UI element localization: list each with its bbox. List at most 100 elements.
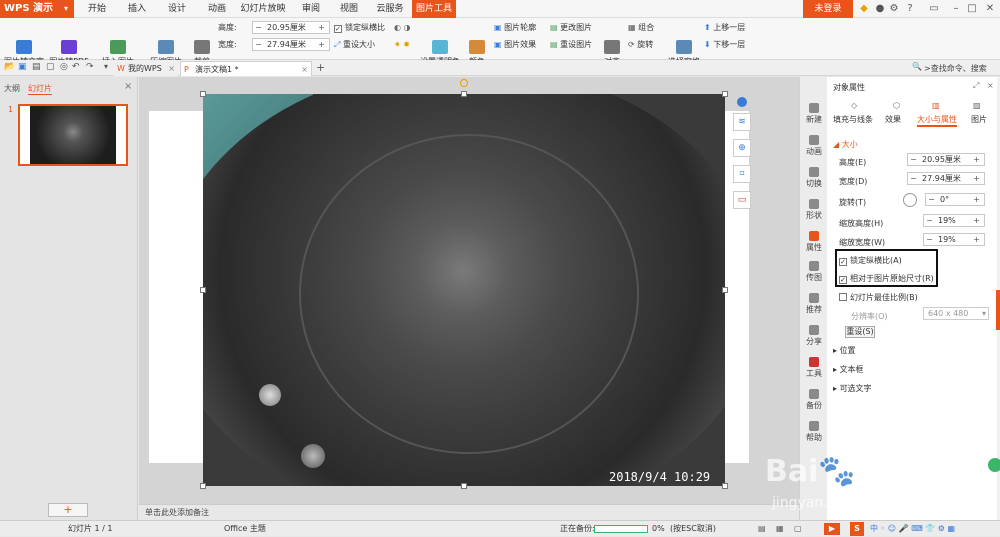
tab-animation[interactable]: 动画 bbox=[200, 0, 234, 18]
play-icon[interactable]: ▶ bbox=[824, 523, 840, 535]
relative-original-size-checkbox[interactable]: ✓ 相对于图片原始尺寸(R) bbox=[839, 273, 934, 284]
scale-height-spinner[interactable]: −19% + bbox=[923, 214, 985, 227]
rotation-dial[interactable] bbox=[903, 193, 917, 207]
crop-tool-icon[interactable]: ⌗ bbox=[733, 165, 751, 183]
scale-width-spinner[interactable]: −19% + bbox=[923, 233, 985, 246]
tab-view[interactable]: 视图 bbox=[332, 0, 366, 18]
notes-area[interactable]: 单击此处添加备注 bbox=[139, 504, 799, 520]
minimize-icon[interactable]: – bbox=[950, 3, 962, 15]
resolution-select[interactable]: 640 x 480 ▾ bbox=[923, 307, 989, 320]
ribbon-height-spinner[interactable]: −20.95厘米 + bbox=[252, 21, 330, 34]
frame-icon[interactable]: ▭ bbox=[733, 191, 751, 209]
tab-fill-line[interactable]: 填充与线条 bbox=[833, 114, 873, 125]
section-position[interactable]: ▸ 位置 bbox=[833, 345, 856, 356]
strip-backup[interactable]: 备份 bbox=[800, 389, 828, 411]
strip-help[interactable]: 帮助 bbox=[800, 421, 828, 443]
strip-properties[interactable]: 属性 bbox=[800, 231, 828, 253]
width-spinner[interactable]: −27.94厘米 + bbox=[907, 172, 985, 185]
ribbon-width-spinner[interactable]: −27.94厘米 + bbox=[252, 38, 330, 51]
command-search[interactable]: >查找命令、搜索 bbox=[924, 63, 987, 74]
undo-icon[interactable]: ↶ bbox=[72, 62, 80, 72]
selected-picture[interactable]: 2018/9/4 10:29 bbox=[203, 94, 725, 486]
close-icon[interactable]: ✕ bbox=[984, 3, 996, 15]
reset-button[interactable]: 重设(S) bbox=[845, 326, 875, 338]
tab-home[interactable]: 开始 bbox=[80, 0, 114, 18]
customize-chevron-icon[interactable]: ▾ bbox=[104, 62, 108, 71]
resize-handle-bl[interactable] bbox=[200, 483, 206, 489]
group-button[interactable]: ▦ 组合 bbox=[628, 22, 654, 34]
add-slide-button[interactable]: + bbox=[48, 503, 88, 517]
resize-handle-t[interactable] bbox=[461, 91, 467, 97]
sogou-ime-icon[interactable]: S bbox=[850, 522, 864, 536]
reading-view-icon[interactable]: ▢ bbox=[794, 521, 802, 537]
rotate-handle[interactable] bbox=[460, 79, 468, 87]
login-button[interactable]: 未登录 bbox=[803, 0, 853, 18]
strip-upload[interactable]: 传图 bbox=[800, 261, 828, 283]
tab-presentation[interactable]: P 演示文稿1 * × bbox=[180, 61, 312, 76]
tab-picture-tools[interactable]: 图片工具 bbox=[412, 0, 456, 18]
close-panel-icon[interactable]: × bbox=[124, 81, 132, 92]
tab-review[interactable]: 审阅 bbox=[294, 0, 328, 18]
tab-design[interactable]: 设计 bbox=[160, 0, 194, 18]
lock-ratio-toggle[interactable]: ✓ 锁定纵横比 bbox=[334, 22, 385, 34]
wps-logo[interactable]: WPS 演示 bbox=[0, 0, 74, 18]
resize-handle-l[interactable] bbox=[200, 287, 206, 293]
close-panel-icon[interactable]: × bbox=[987, 81, 994, 90]
change-picture-button[interactable]: ▤ 更改图片 bbox=[550, 22, 592, 34]
section-size[interactable]: ◢ 大小 bbox=[833, 139, 858, 150]
restore-icon[interactable]: ▭ bbox=[928, 3, 940, 15]
user-icon[interactable]: ● bbox=[874, 3, 886, 15]
strip-animation[interactable]: 动画 bbox=[800, 135, 828, 157]
format-painter-icon[interactable]: ◎ bbox=[60, 62, 68, 72]
reset-picture-button[interactable]: ▤ 重设图片 bbox=[550, 39, 592, 51]
panel-edge-tab[interactable] bbox=[996, 290, 1000, 330]
tab-slideshow[interactable]: 幻灯片放映 bbox=[237, 0, 289, 18]
tab-picture[interactable]: 图片 bbox=[971, 114, 987, 125]
collapse-icon[interactable] bbox=[737, 97, 747, 107]
send-backward-button[interactable]: ⬇ 下移一层 bbox=[704, 39, 745, 51]
lock-aspect-ratio-checkbox[interactable]: ✓ 锁定纵横比(A) bbox=[839, 255, 902, 266]
sorter-view-icon[interactable]: ▦ bbox=[776, 521, 784, 537]
float-badge-icon[interactable] bbox=[988, 458, 1000, 472]
bring-forward-button[interactable]: ⬆ 上移一层 bbox=[704, 22, 745, 34]
print-icon[interactable]: ▤ bbox=[32, 62, 41, 72]
section-textbox[interactable]: ▸ 文本框 bbox=[833, 364, 864, 375]
zoom-icon[interactable]: ⊕ bbox=[733, 139, 751, 157]
contrast-icon[interactable]: ◐ ◑ bbox=[394, 22, 411, 34]
height-spinner[interactable]: −20.95厘米 + bbox=[907, 153, 985, 166]
picture-outline-button[interactable]: ▣ 图片轮廓 bbox=[494, 22, 536, 34]
save-icon[interactable]: ▣ bbox=[18, 62, 27, 72]
tab-effect[interactable]: 效果 bbox=[885, 114, 901, 125]
tab-insert[interactable]: 插入 bbox=[120, 0, 154, 18]
strip-shape[interactable]: 形状 bbox=[800, 199, 828, 221]
close-tab-icon[interactable]: × bbox=[168, 61, 175, 76]
slide-thumbnail[interactable] bbox=[18, 104, 128, 166]
section-alt-text[interactable]: ▸ 可选文字 bbox=[833, 383, 872, 394]
resize-handle-b[interactable] bbox=[461, 483, 467, 489]
tab-outline[interactable]: 大纲 bbox=[4, 83, 20, 94]
ime-tray-icons[interactable]: 中 ◦ ☺ 🎤 ⌨ 👕 ⚙ ▦ bbox=[870, 521, 955, 537]
tab-slides[interactable]: 幻灯片 bbox=[28, 83, 52, 95]
resize-handle-r[interactable] bbox=[722, 287, 728, 293]
strip-tools[interactable]: 工具 bbox=[800, 357, 828, 379]
normal-view-icon[interactable]: ▤ bbox=[758, 521, 766, 537]
strip-share[interactable]: 分享 bbox=[800, 325, 828, 347]
picture-effect-button[interactable]: ▣ 图片效果 bbox=[494, 39, 536, 51]
search-icon[interactable]: 🔍 bbox=[912, 62, 922, 71]
best-scale-checkbox[interactable]: 幻灯片最佳比例(B) bbox=[839, 292, 918, 303]
layers-icon[interactable]: ≋ bbox=[733, 113, 751, 131]
maximize-icon[interactable]: □ bbox=[966, 3, 978, 15]
chevron-down-icon[interactable]: ▾ bbox=[64, 0, 74, 18]
strip-new[interactable]: 新建 bbox=[800, 103, 828, 125]
open-icon[interactable]: 📂 bbox=[4, 62, 15, 72]
tab-size-properties[interactable]: 大小与属性 bbox=[917, 114, 957, 127]
strip-transition[interactable]: 切换 bbox=[800, 167, 828, 189]
tab-cloud[interactable]: 云服务 bbox=[370, 0, 410, 18]
skin-icon[interactable]: ◆ bbox=[858, 3, 870, 15]
resize-handle-tr[interactable] bbox=[722, 91, 728, 97]
new-tab-icon[interactable]: + bbox=[316, 61, 325, 74]
redo-icon[interactable]: ↷ bbox=[86, 62, 94, 72]
brightness-icon[interactable]: ✷ ✸ bbox=[394, 39, 410, 51]
rotate-button[interactable]: ⟳ 旋转 bbox=[628, 39, 653, 51]
help-icon[interactable]: ? bbox=[904, 3, 916, 15]
